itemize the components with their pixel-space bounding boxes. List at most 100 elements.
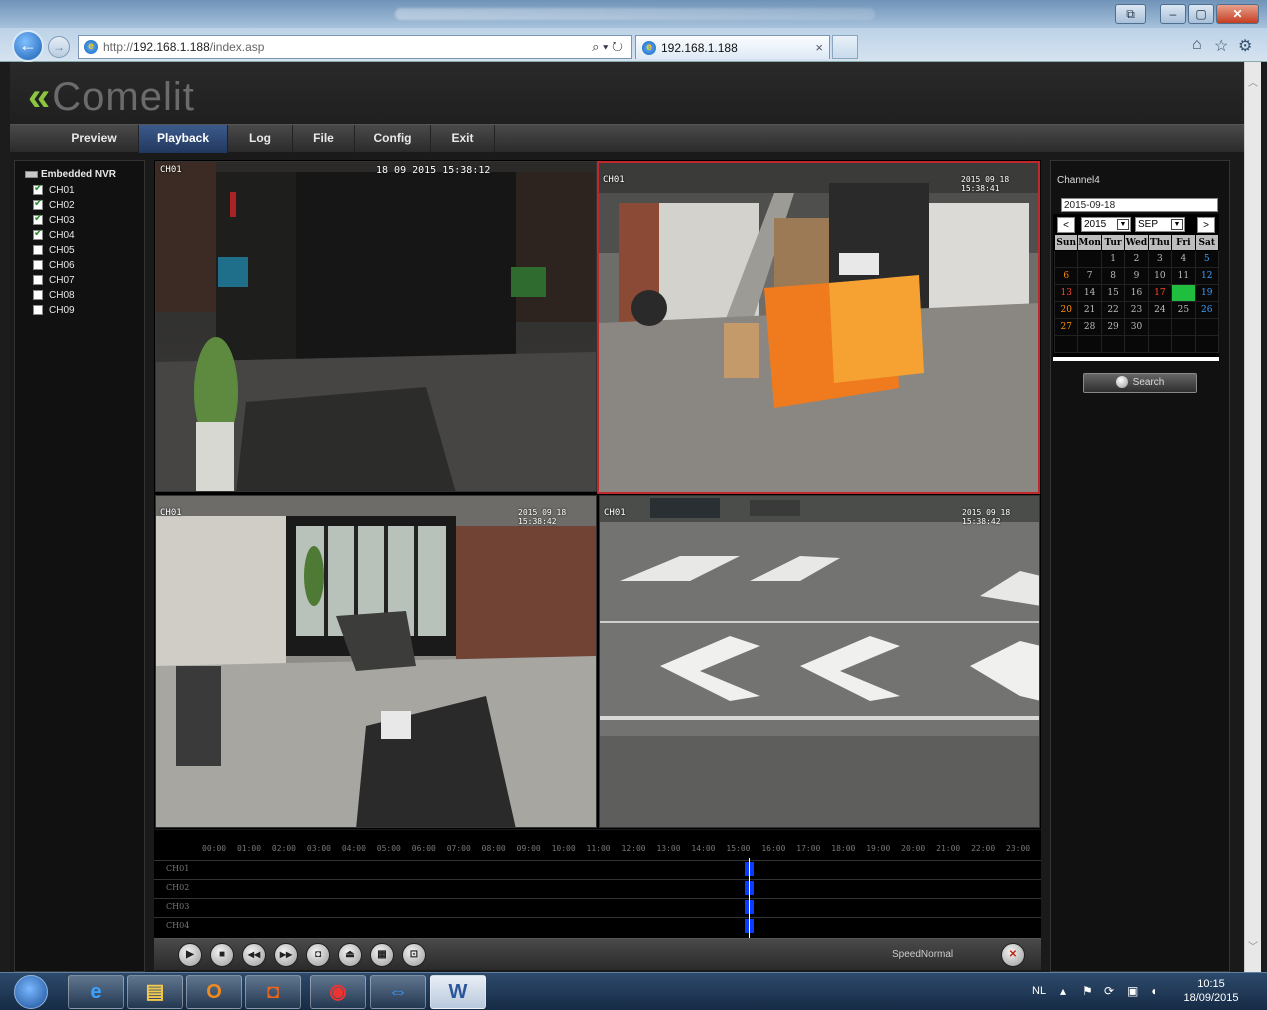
channel-checkbox[interactable] bbox=[33, 305, 43, 316]
menu-preview[interactable]: Preview bbox=[50, 125, 139, 153]
timeline-row[interactable]: CH02 bbox=[154, 879, 1041, 897]
chrome-taskbar-icon[interactable]: ◉ bbox=[310, 975, 366, 1009]
calendar-day[interactable]: 13 bbox=[1053, 284, 1079, 302]
teamviewer-taskbar-icon[interactable]: ⇔ bbox=[370, 975, 426, 1009]
address-bar[interactable]: e http://192.168.1.188/index.asp ⌕ ▾ ↻ bbox=[78, 35, 632, 59]
flag-icon[interactable]: ⚑ bbox=[1082, 984, 1093, 998]
next-month-button[interactable]: > bbox=[1197, 217, 1215, 233]
timeline-row[interactable]: CH03 bbox=[154, 898, 1041, 916]
channel-item[interactable]: CH08 bbox=[33, 290, 75, 304]
channel-item[interactable]: CH02 bbox=[33, 198, 75, 214]
calendar-day[interactable]: 4 bbox=[1171, 250, 1196, 268]
menu-playback[interactable]: Playback bbox=[139, 125, 228, 153]
menu-config[interactable]: Config bbox=[355, 125, 431, 153]
volume-icon[interactable]: ◖ bbox=[1150, 984, 1157, 998]
explorer-taskbar-icon[interactable]: ▤ bbox=[127, 975, 183, 1009]
camera-view-4[interactable]: CH01 2015 09 18 15:38:42 bbox=[599, 495, 1040, 828]
calendar-day[interactable]: 18 bbox=[1171, 284, 1196, 302]
show-hidden-icons[interactable]: ▴ bbox=[1060, 984, 1066, 998]
settings-gear-icon[interactable]: ⚙ bbox=[1238, 36, 1252, 56]
date-field[interactable]: 2015-09-18 bbox=[1061, 198, 1218, 212]
vlc-taskbar-icon[interactable]: ◘ bbox=[245, 975, 301, 1009]
home-icon[interactable]: ⌂ bbox=[1192, 36, 1202, 54]
calendar-day[interactable]: 8 bbox=[1100, 267, 1126, 285]
calendar-day[interactable]: 11 bbox=[1171, 267, 1196, 285]
channel-item[interactable]: CH01 bbox=[33, 183, 75, 199]
start-button[interactable] bbox=[14, 975, 48, 1009]
camera-view-2[interactable]: CH01 2015 09 18 15:38:41 bbox=[597, 161, 1040, 494]
rewind-button[interactable]: ◀◀ bbox=[242, 943, 266, 967]
play-button[interactable]: ▶ bbox=[178, 943, 202, 967]
channel-item[interactable]: CH04 bbox=[33, 228, 75, 244]
calendar-day[interactable]: 27 bbox=[1053, 318, 1079, 336]
calendar-day[interactable]: 25 bbox=[1171, 301, 1196, 319]
search-button[interactable]: Search bbox=[1083, 373, 1197, 393]
calendar-day[interactable]: 16 bbox=[1124, 284, 1149, 302]
calendar-day[interactable]: 29 bbox=[1100, 318, 1126, 336]
menu-exit[interactable]: Exit bbox=[431, 125, 495, 153]
calendar-day[interactable]: 23 bbox=[1124, 301, 1149, 319]
timeline-playhead[interactable] bbox=[749, 858, 751, 938]
search-refresh-icons[interactable]: ⌕ ▾ ↻ bbox=[592, 39, 623, 55]
page-scrollbar[interactable]: ︿ ﹀ bbox=[1244, 62, 1261, 972]
favorites-star-icon[interactable]: ☆ bbox=[1214, 36, 1228, 56]
tree-root[interactable]: Embedded NVR bbox=[25, 169, 116, 180]
ie-taskbar-icon[interactable]: e bbox=[68, 975, 124, 1009]
new-tab-button[interactable] bbox=[832, 35, 858, 59]
browser-tab[interactable]: e 192.168.1.188 × bbox=[635, 35, 830, 59]
channel-item[interactable]: CH05 bbox=[33, 245, 75, 259]
calendar-day[interactable]: 22 bbox=[1100, 301, 1126, 319]
stop-button[interactable]: ■ bbox=[210, 943, 234, 967]
back-button[interactable]: ← bbox=[12, 30, 44, 62]
year-select[interactable]: 2015 ▼ bbox=[1081, 217, 1131, 232]
grid-button[interactable]: ▦ bbox=[370, 943, 394, 967]
scroll-up-icon[interactable]: ︿ bbox=[1245, 76, 1261, 92]
forward-button[interactable]: → bbox=[48, 36, 70, 58]
calendar-day[interactable]: 15 bbox=[1100, 284, 1126, 302]
minimize-button[interactable]: – bbox=[1160, 4, 1186, 24]
calendar-day[interactable]: 5 bbox=[1194, 250, 1220, 268]
network-icon[interactable]: ▣ bbox=[1127, 984, 1138, 998]
calendar-day[interactable]: 24 bbox=[1147, 301, 1173, 319]
prev-month-button[interactable]: < bbox=[1057, 217, 1075, 233]
address-url[interactable]: http://192.168.1.188/index.asp bbox=[103, 40, 264, 54]
fullscreen-button[interactable]: ⊡ bbox=[402, 943, 426, 967]
channel-checkbox[interactable] bbox=[33, 228, 43, 241]
scroll-down-icon[interactable]: ﹀ bbox=[1245, 940, 1261, 956]
channel-checkbox[interactable] bbox=[33, 183, 43, 196]
calendar-day[interactable]: 6 bbox=[1053, 267, 1079, 285]
menu-file[interactable]: File bbox=[293, 125, 355, 153]
calendar-day[interactable]: 21 bbox=[1077, 301, 1102, 319]
calendar-day[interactable]: 10 bbox=[1147, 267, 1173, 285]
calendar-day[interactable]: 17 bbox=[1147, 284, 1173, 302]
word-taskbar-icon[interactable]: W bbox=[430, 975, 486, 1009]
calendar-day[interactable]: 28 bbox=[1077, 318, 1102, 336]
timeline-row[interactable]: CH04 bbox=[154, 917, 1041, 935]
channel-item[interactable]: CH06 bbox=[33, 260, 75, 274]
channel-checkbox[interactable] bbox=[33, 198, 43, 211]
language-indicator[interactable]: NL bbox=[1032, 985, 1046, 997]
calendar-day[interactable]: 2 bbox=[1124, 250, 1149, 268]
restore-icon[interactable]: ⧉ bbox=[1115, 4, 1146, 24]
outlook-taskbar-icon[interactable]: O bbox=[186, 975, 242, 1009]
calendar-day[interactable]: 1 bbox=[1100, 250, 1126, 268]
camera-view-1[interactable]: CH01 18 09 2015 15:38:12 bbox=[155, 161, 597, 492]
mute-button[interactable]: ✕ bbox=[1001, 943, 1025, 967]
sync-icon[interactable]: ⟳ bbox=[1104, 984, 1114, 998]
calendar-day[interactable]: 19 bbox=[1194, 284, 1220, 302]
fast-forward-button[interactable]: ▶▶ bbox=[274, 943, 298, 967]
timeline-row[interactable]: CH01 bbox=[154, 860, 1041, 878]
channel-checkbox[interactable] bbox=[33, 213, 43, 226]
calendar-day[interactable]: 14 bbox=[1077, 284, 1102, 302]
calendar-day[interactable]: 12 bbox=[1194, 267, 1220, 285]
playback-timeline[interactable]: 00:00 01:00 02:00 03:00 04:00 05:00 06:00 07:00… bbox=[154, 830, 1041, 938]
calendar-day[interactable]: 7 bbox=[1077, 267, 1102, 285]
channel-checkbox[interactable] bbox=[33, 290, 43, 301]
maximize-button[interactable]: ▢ bbox=[1188, 4, 1214, 24]
clock[interactable]: 10:15 18/09/2015 bbox=[1178, 977, 1244, 1005]
channel-checkbox[interactable] bbox=[33, 260, 43, 271]
calendar-day[interactable]: 30 bbox=[1124, 318, 1149, 336]
calendar-day[interactable]: 9 bbox=[1124, 267, 1149, 285]
calendar-day[interactable]: 20 bbox=[1053, 301, 1079, 319]
channel-item[interactable]: CH03 bbox=[33, 213, 75, 229]
